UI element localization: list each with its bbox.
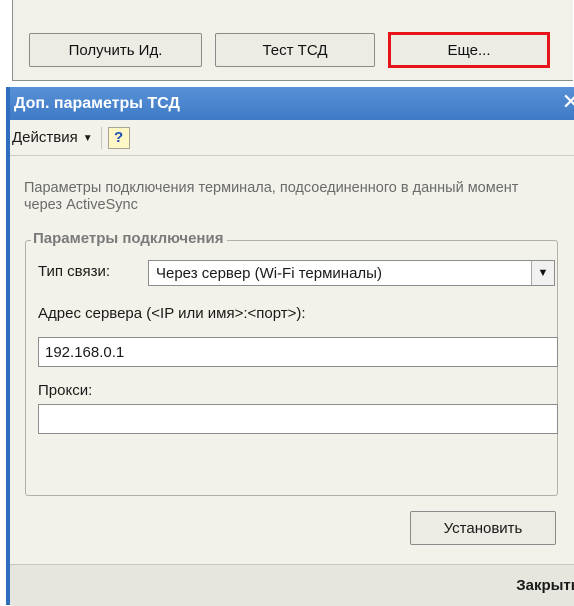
close-icon[interactable]: ✕ [562, 90, 574, 114]
connection-params-group: Параметры подключения Тип связи: Через с… [25, 230, 558, 496]
server-address-input[interactable]: 192.168.0.1 [38, 337, 558, 367]
more-button[interactable]: Еще... [388, 32, 550, 68]
close-button[interactable]: Закрыть [516, 577, 574, 594]
parent-button-panel: Получить Ид. Тест ТСД Еще... [12, 0, 573, 81]
dropdown-arrow-icon[interactable]: ▼ [531, 261, 554, 285]
help-icon: ? [114, 129, 124, 146]
server-address-label: Адрес сервера (<IP или имя>:<порт>): [38, 305, 306, 322]
server-address-value: 192.168.0.1 [45, 343, 125, 361]
get-id-button[interactable]: Получить Ид. [29, 33, 202, 67]
test-tsd-button[interactable]: Тест ТСД [215, 33, 375, 67]
dialog-titlebar: Доп. параметры ТСД ✕ [10, 87, 574, 120]
actions-menu[interactable]: Действия ▼ [12, 129, 93, 146]
chevron-down-icon: ▼ [82, 133, 93, 144]
connection-info-text: Параметры подключения терминала, подсоед… [24, 180, 519, 213]
group-title: Параметры подключения [31, 230, 228, 247]
toolbar-divider [100, 126, 102, 149]
connection-type-select[interactable]: Через сервер (Wi-Fi терминалы) ▼ [148, 260, 555, 286]
tsd-params-dialog: Доп. параметры ТСД ✕ Действия ▼ ? Параме… [6, 87, 574, 606]
connection-type-label: Тип связи: [38, 263, 111, 280]
help-button[interactable]: ? [107, 126, 130, 149]
dialog-toolbar: Действия ▼ ? [10, 120, 574, 156]
actions-label: Действия [12, 129, 78, 146]
dialog-footer: Закрыть [10, 564, 574, 606]
set-button[interactable]: Установить [410, 511, 556, 545]
proxy-input[interactable] [38, 404, 558, 434]
dialog-title: Доп. параметры ТСД [14, 94, 180, 112]
proxy-label: Прокси: [38, 382, 93, 399]
connection-type-value: Через сервер (Wi-Fi терминалы) [156, 264, 382, 282]
